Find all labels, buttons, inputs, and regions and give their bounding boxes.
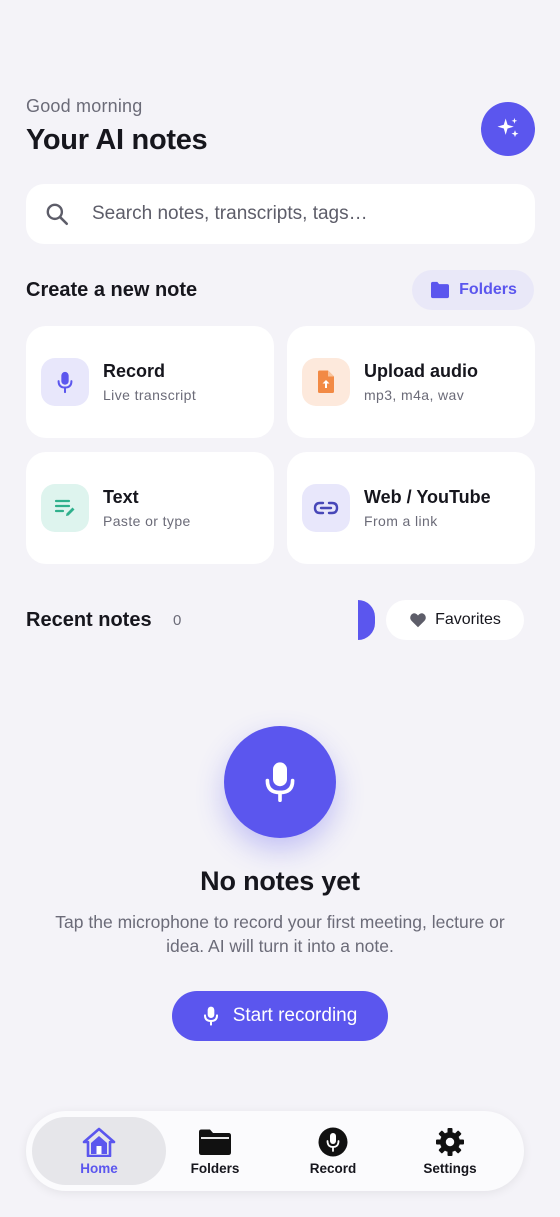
nav-label-settings: Settings <box>423 1160 477 1176</box>
web-card-subtitle: From a link <box>364 513 438 529</box>
search-input[interactable] <box>92 203 492 225</box>
create-text-card[interactable]: Text Paste or type <box>26 452 274 564</box>
start-recording-button[interactable]: Start recording <box>172 991 388 1041</box>
create-record-card[interactable]: Record Live transcript <box>26 326 274 438</box>
search-icon <box>46 203 69 226</box>
bottom-nav: Home Folders Record Settings <box>26 1111 524 1191</box>
nav-item-settings[interactable]: Settings <box>383 1117 517 1185</box>
nav-item-home[interactable]: Home <box>32 1117 166 1185</box>
upload-card-title: Upload audio <box>364 361 478 381</box>
text-card-icon-badge <box>41 484 89 532</box>
home-icon <box>82 1127 116 1157</box>
nav-item-folders[interactable]: Folders <box>148 1117 282 1185</box>
file-upload-icon <box>318 370 334 393</box>
folders-button-label: Folders <box>459 281 517 298</box>
start-recording-label: Start recording <box>232 1005 358 1026</box>
ai-assistant-button[interactable] <box>481 102 535 156</box>
search-bar[interactable] <box>26 184 535 244</box>
folder-icon <box>199 1129 231 1155</box>
nav-label-record: Record <box>309 1160 357 1176</box>
page-title: Your AI notes <box>26 124 208 156</box>
create-upload-card[interactable]: Upload audio mp3, m4a, wav <box>287 326 535 438</box>
recent-notes-title: Recent notes <box>26 609 152 631</box>
favorites-label: Favorites <box>435 611 501 628</box>
web-card-title: Web / YouTube <box>364 487 491 507</box>
upload-card-subtitle: mp3, m4a, wav <box>364 387 465 403</box>
text-card-subtitle: Paste or type <box>103 513 191 529</box>
nav-label-home: Home <box>80 1160 118 1176</box>
folder-icon <box>431 281 450 299</box>
microphone-icon <box>57 371 73 394</box>
nav-item-record[interactable]: Record <box>266 1117 400 1185</box>
text-edit-icon <box>54 499 75 516</box>
nav-label-folders: Folders <box>190 1160 240 1176</box>
recent-notes-count: 0 <box>173 612 182 629</box>
microphone-icon <box>203 1006 218 1026</box>
create-section-title: Create a new note <box>26 279 198 301</box>
greeting-text: Good morning <box>26 96 143 116</box>
heart-icon <box>410 613 426 628</box>
all-filter-tab[interactable] <box>358 600 375 640</box>
favorites-filter-button[interactable]: Favorites <box>386 600 524 640</box>
text-card-title: Text <box>103 487 139 507</box>
gear-icon <box>436 1127 464 1156</box>
create-web-card[interactable]: Web / YouTube From a link <box>287 452 535 564</box>
empty-state-description: Tap the microphone to record your first … <box>55 912 505 956</box>
record-card-title: Record <box>103 361 166 381</box>
sparkles-icon <box>497 117 519 138</box>
microphone-icon <box>265 762 295 803</box>
web-card-icon-badge <box>302 484 350 532</box>
microphone-icon <box>318 1127 348 1156</box>
upload-card-icon-badge <box>302 358 350 406</box>
link-icon <box>313 501 339 515</box>
record-card-icon-badge <box>41 358 89 406</box>
empty-state-title: No notes yet <box>200 866 360 896</box>
record-card-subtitle: Live transcript <box>103 387 197 403</box>
folders-button[interactable]: Folders <box>412 270 534 310</box>
big-record-button[interactable] <box>224 726 336 838</box>
